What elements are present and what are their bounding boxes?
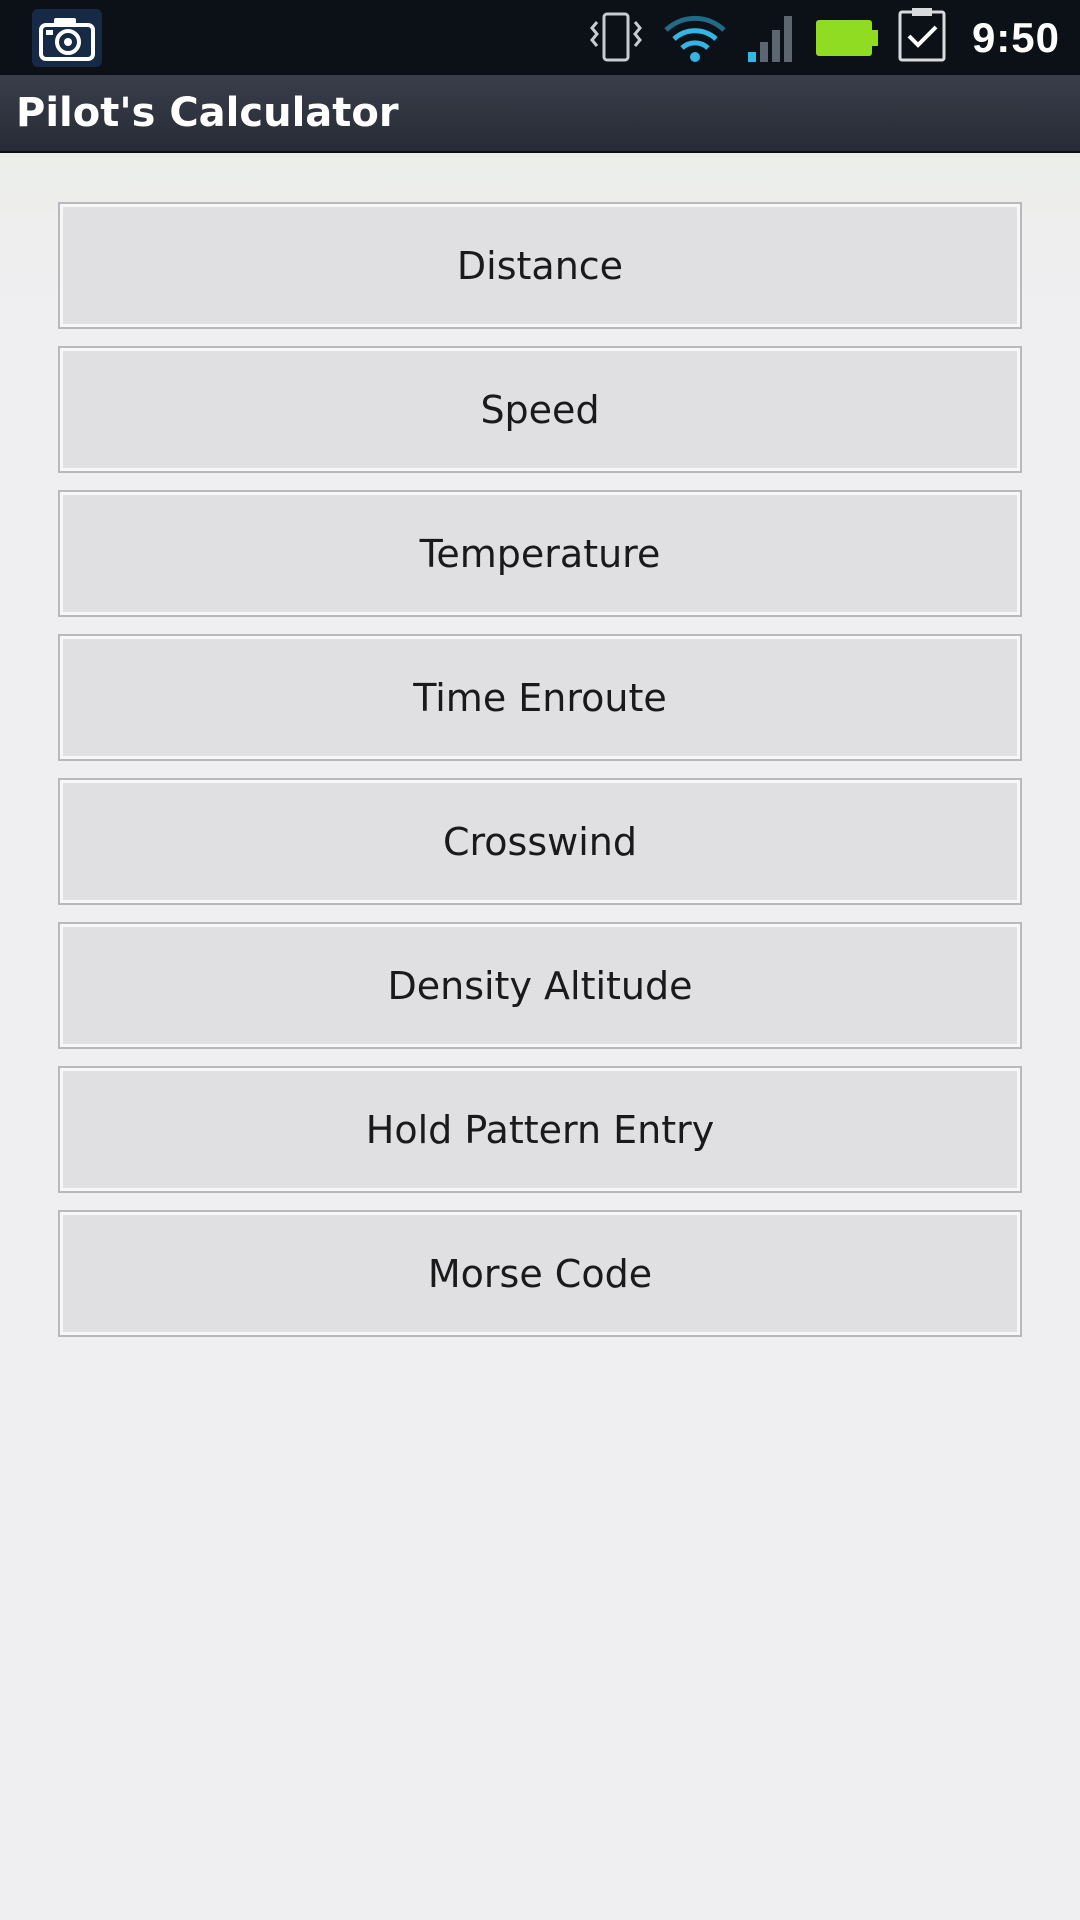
distance-button[interactable]: Distance bbox=[58, 202, 1022, 329]
calculator-menu: Distance Speed Temperature Time Enroute … bbox=[58, 202, 1022, 1354]
speed-button[interactable]: Speed bbox=[58, 346, 1022, 473]
camera-icon[interactable] bbox=[32, 9, 102, 67]
vibrate-icon bbox=[586, 0, 646, 75]
button-label: Hold Pattern Entry bbox=[365, 1107, 715, 1152]
app-bar: Pilot's Calculator bbox=[0, 75, 1080, 153]
status-bar: 9:50 bbox=[0, 0, 1080, 75]
morse-code-button[interactable]: Morse Code bbox=[58, 1210, 1022, 1337]
button-label: Temperature bbox=[419, 531, 661, 576]
status-clock: 9:50 bbox=[971, 14, 1060, 61]
time-enroute-button[interactable]: Time Enroute bbox=[58, 634, 1022, 761]
button-label: Morse Code bbox=[427, 1251, 653, 1296]
button-label: Time Enroute bbox=[413, 675, 667, 720]
density-altitude-button[interactable]: Density Altitude bbox=[58, 922, 1022, 1049]
button-label: Distance bbox=[456, 243, 624, 288]
main-content: Distance Speed Temperature Time Enroute … bbox=[0, 153, 1080, 1920]
crosswind-button[interactable]: Crosswind bbox=[58, 778, 1022, 905]
button-label: Crosswind bbox=[442, 819, 637, 864]
button-label: Speed bbox=[480, 387, 600, 432]
hold-pattern-entry-button[interactable]: Hold Pattern Entry bbox=[58, 1066, 1022, 1193]
signal-icon bbox=[744, 0, 800, 75]
battery-icon bbox=[814, 0, 880, 75]
wifi-icon bbox=[660, 0, 730, 75]
temperature-button[interactable]: Temperature bbox=[58, 490, 1022, 617]
button-label: Density Altitude bbox=[387, 963, 693, 1008]
task-icon bbox=[894, 0, 950, 75]
app-title: Pilot's Calculator bbox=[16, 90, 399, 136]
